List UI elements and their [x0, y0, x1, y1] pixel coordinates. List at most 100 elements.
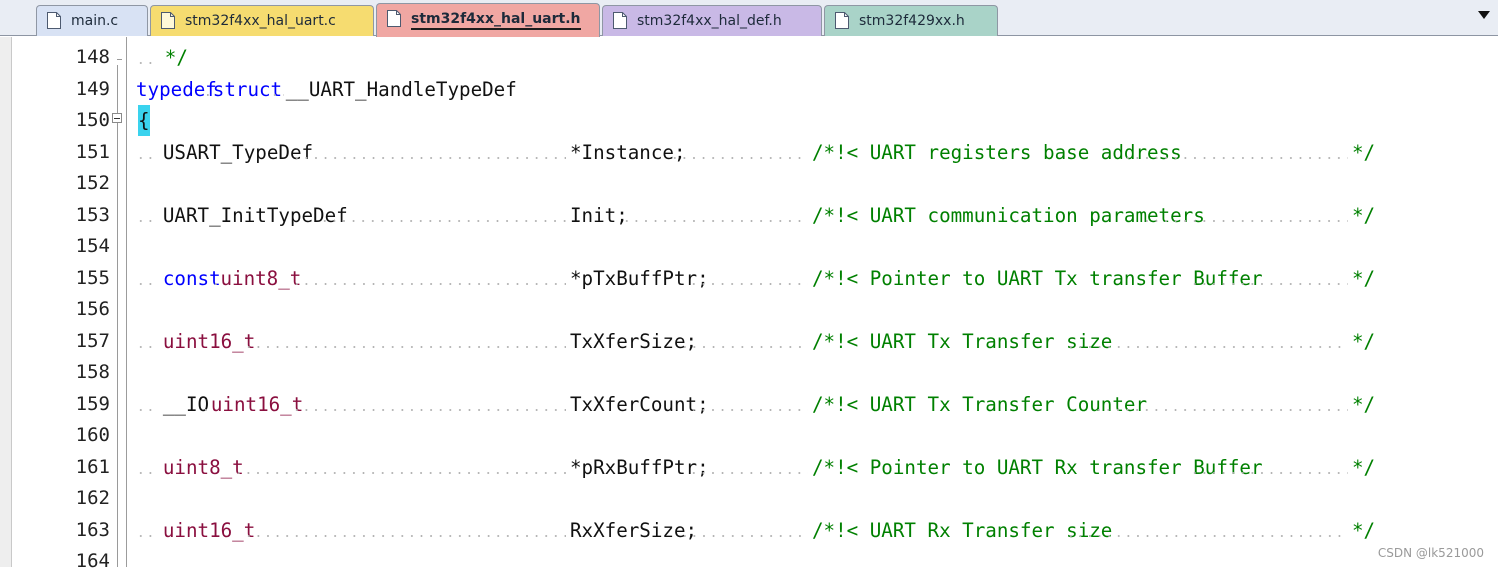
line-number: 161	[12, 452, 110, 483]
member-comment: /*!< Pointer to UART Tx transfer Buffer	[812, 266, 1263, 290]
whitespace-dots	[1094, 408, 1348, 411]
code-line: 157 uint16_t TxXferSize; /*!< UART Tx Trans…	[0, 326, 1498, 357]
member-name: *Instance;	[570, 140, 686, 164]
tab-stm32f4xx-hal-uart-c[interactable]: stm32f4xx_hal_uart.c	[150, 5, 374, 36]
tab-label: stm32f4xx_hal_def.h	[637, 13, 782, 29]
line-number-text: 156	[75, 298, 110, 320]
code-line: 164	[0, 546, 1498, 577]
line-number-text: 154	[75, 235, 110, 257]
line-number-text: 148	[75, 46, 110, 68]
comment-end: */	[1352, 329, 1376, 353]
member-comment: /*!< UART Rx Transfer size	[812, 518, 1113, 542]
line-number: 156	[12, 294, 110, 325]
line-number: 155	[12, 263, 110, 294]
tab-stm32f429xx-h[interactable]: stm32f429xx.h	[824, 5, 998, 36]
member-name: *pTxBuffPtr;	[570, 266, 709, 290]
code-line: 155 const uint8_t *pTxBuffPtr; /*!< Pointer …	[0, 263, 1498, 294]
tab-label: stm32f4xx_hal_uart.c	[185, 13, 336, 29]
file-icon	[387, 10, 401, 27]
tab-stm32f4xx-hal-uart-h[interactable]: stm32f4xx_hal_uart.h	[376, 3, 600, 37]
whitespace-dots	[689, 408, 808, 411]
whitespace-dots	[136, 471, 156, 474]
keyword-struct: struct	[212, 77, 283, 101]
whitespace-dots	[1190, 282, 1348, 285]
whitespace-dots	[136, 282, 156, 285]
whitespace-dots	[670, 156, 808, 159]
member-comment: /*!< UART registers base address	[812, 140, 1182, 164]
comment-end: */	[1352, 518, 1376, 542]
file-icon	[161, 12, 175, 29]
whitespace-dots	[136, 408, 156, 411]
tab-label: main.c	[71, 13, 119, 29]
member-type: UART_InitTypeDef	[162, 203, 348, 227]
whitespace-dots	[291, 156, 566, 159]
code-line: 154	[0, 231, 1498, 262]
member-type: uint8_t	[162, 455, 244, 479]
file-tab-bar: main.c stm32f4xx_hal_uart.c stm32f4xx_ha…	[0, 0, 1498, 37]
line-number: 149	[12, 74, 110, 105]
code-line: 149 typedef struct __UART_HandleTypeDef	[0, 74, 1498, 105]
line-number: 160	[12, 420, 110, 451]
whitespace-dots	[136, 62, 160, 64]
member-type: uint8_t	[220, 266, 302, 290]
member-comment: /*!< UART Tx Transfer size	[812, 329, 1113, 353]
whitespace-dots	[203, 93, 213, 96]
code-line: 163 uint16_t RxXferSize; /*!< UART Rx Trans…	[0, 515, 1498, 546]
member-name: RxXferSize;	[570, 518, 698, 542]
type-qualifier: __IO	[162, 392, 210, 416]
line-number-text: 158	[75, 361, 110, 383]
whitespace-dots	[1123, 156, 1348, 159]
line-number: 163	[12, 515, 110, 546]
tab-stm32f4xx-hal-def-h[interactable]: stm32f4xx_hal_def.h	[602, 5, 822, 36]
line-number-text: 162	[75, 487, 110, 509]
whitespace-dots	[136, 156, 156, 159]
comment-close: */	[164, 46, 188, 69]
type-qualifier: const	[162, 266, 221, 290]
line-number-text: 152	[75, 172, 110, 194]
code-line: 158	[0, 357, 1498, 388]
whitespace-dots	[1190, 471, 1348, 474]
code-line: 151 USART_TypeDef *Instance; /*!< UART regi…	[0, 137, 1498, 168]
member-type: uint16_t	[210, 392, 304, 416]
code-line: 156	[0, 294, 1498, 325]
whitespace-dots	[243, 534, 566, 537]
line-number: 157	[12, 326, 110, 357]
code-line: 153 UART_InitTypeDef Init; /*!< UART commun…	[0, 200, 1498, 231]
code-line: 162	[0, 483, 1498, 514]
member-type: uint16_t	[162, 518, 256, 542]
line-number-text: 155	[75, 266, 110, 289]
tab-label: stm32f429xx.h	[859, 13, 965, 29]
line-number: 162	[12, 483, 110, 514]
line-number-text: 159	[75, 392, 110, 415]
comment-end: */	[1352, 266, 1376, 290]
line-number: 152	[12, 168, 110, 199]
whitespace-dots	[234, 471, 566, 474]
line-number-text: 161	[75, 455, 110, 478]
line-number-text: 153	[75, 203, 110, 226]
code-line: 160	[0, 420, 1498, 451]
line-number: 154	[12, 231, 110, 262]
code-line: 159 __IO uint16_t TxXferCount; /*!< UART Tx …	[0, 389, 1498, 420]
whitespace-dots	[201, 408, 211, 411]
member-comment: /*!< Pointer to UART Rx transfer Buffer	[812, 455, 1263, 479]
line-number: 158	[12, 357, 110, 388]
whitespace-dots	[210, 282, 221, 285]
code-line: 148 */	[0, 42, 1498, 73]
tab-main-c[interactable]: main.c	[36, 5, 148, 36]
line-number: 148	[12, 42, 110, 73]
chevron-down-icon[interactable]	[1478, 11, 1490, 19]
line-number-text: 164	[75, 550, 110, 572]
code-editor[interactable]: 148 */ 149 typedef struct __UART_HandleTypeDe…	[0, 37, 1498, 572]
line-number: 164	[12, 546, 110, 577]
line-number: 159	[12, 389, 110, 420]
whitespace-dots	[136, 219, 156, 222]
whitespace-dots	[679, 345, 808, 348]
member-name: Init;	[570, 203, 628, 227]
struct-name: __UART_HandleTypeDef	[285, 77, 517, 101]
watermark: CSDN @lk521000	[1377, 546, 1484, 560]
comment-end: */	[1352, 455, 1376, 479]
whitespace-dots	[689, 282, 808, 285]
whitespace-dots	[136, 345, 156, 348]
line-number-text: 160	[75, 424, 110, 446]
whitespace-dots	[622, 219, 808, 222]
